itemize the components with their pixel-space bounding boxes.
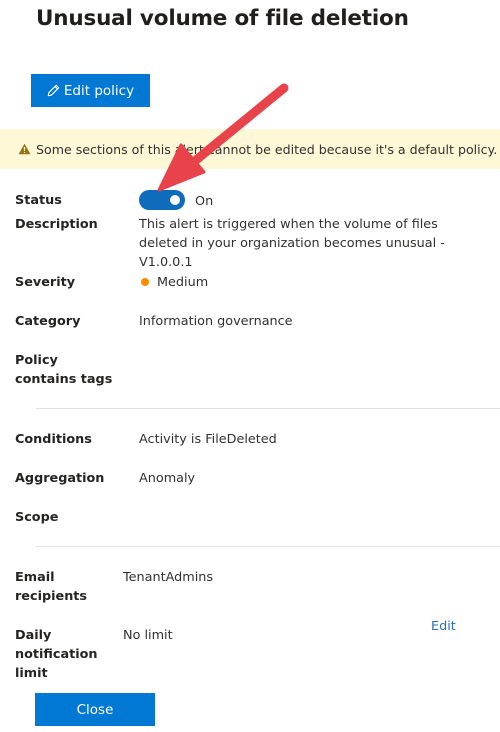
limit-label-line2: notification <box>15 647 98 662</box>
status-toggle[interactable] <box>139 190 185 210</box>
limit-label-line3: limit <box>15 666 48 681</box>
warning-triangle-icon <box>18 143 31 155</box>
aggregation-value: Anomaly <box>139 471 196 486</box>
close-button[interactable]: Close <box>35 693 155 726</box>
limit-label-line1: Daily <box>15 628 52 643</box>
status-value: On <box>195 194 214 209</box>
scope-label: Scope <box>15 510 59 525</box>
policy-tags-label-line1: Policy <box>15 353 58 368</box>
warning-text: Some sections of this alert cannot be ed… <box>36 141 498 157</box>
policy-tags-label-line2: contains tags <box>15 372 113 387</box>
email-recipients-value: TenantAdmins <box>123 570 214 585</box>
email-label-line2: recipients <box>15 589 88 604</box>
aggregation-label: Aggregation <box>15 471 105 486</box>
toggle-knob <box>170 195 180 205</box>
severity-label: Severity <box>15 275 76 290</box>
category-value: Information governance <box>139 314 293 329</box>
email-recipients-label: Email recipients <box>15 568 87 606</box>
daily-limit-value: No limit <box>123 628 173 643</box>
status-label: Status <box>15 193 62 208</box>
description-label: Description <box>15 217 98 232</box>
page-title: Unusual volume of file deletion <box>36 6 409 31</box>
edit-policy-label: Edit policy <box>63 82 135 99</box>
severity-medium-dot-icon <box>141 278 149 286</box>
email-label-line1: Email <box>15 570 55 585</box>
policy-tags-label: Policy contains tags <box>15 351 112 389</box>
conditions-label: Conditions <box>15 432 92 447</box>
conditions-value: Activity is FileDeleted <box>139 432 277 447</box>
default-policy-warning: Some sections of this alert cannot be ed… <box>0 129 500 169</box>
description-value: This alert is triggered when the volume … <box>139 217 445 270</box>
section-divider <box>36 546 500 547</box>
severity-value: Medium <box>157 275 209 290</box>
section-divider <box>36 408 500 409</box>
edit-policy-button[interactable]: Edit policy <box>31 74 150 107</box>
pencil-icon <box>47 84 60 97</box>
daily-limit-label: Daily notification limit <box>15 626 98 683</box>
category-label: Category <box>15 314 81 329</box>
edit-notifications-link[interactable]: Edit <box>431 617 456 636</box>
